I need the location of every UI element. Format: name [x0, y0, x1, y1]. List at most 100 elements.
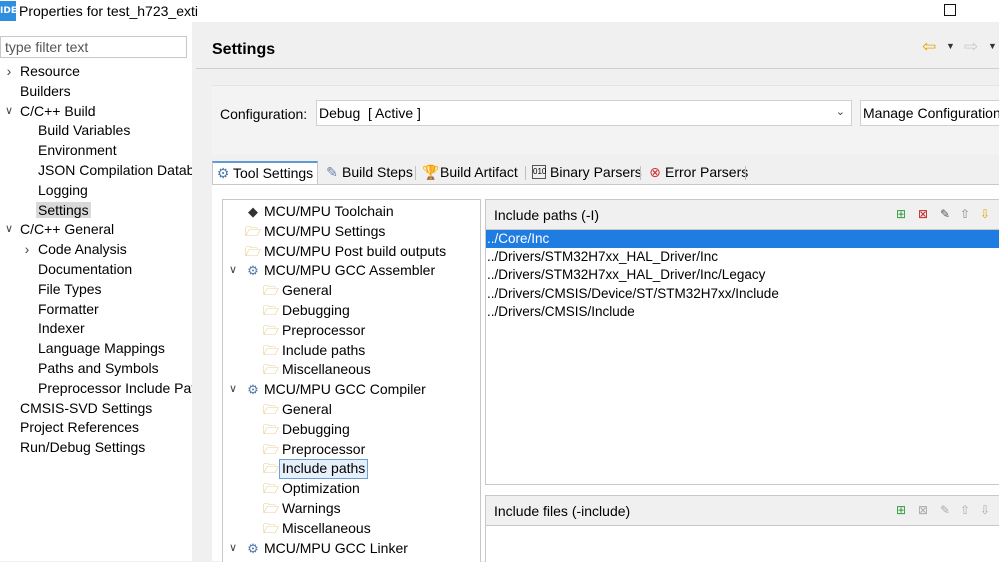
tool-tree-list: ◆ MCU/MPU Toolchain 🗁 MCU/MPU Settings 🗁 MCU/…	[223, 202, 480, 559]
filter-box[interactable]	[0, 36, 187, 58]
nav-item-indexer[interactable]: Indexer	[0, 319, 192, 339]
edit-icon[interactable]: ✎	[936, 205, 954, 223]
tool-tree-item-mcu-mpu-gcc-linker[interactable]: ∨ ⚙ MCU/MPU GCC Linker	[223, 539, 480, 559]
chevron-down-icon[interactable]: ∨	[228, 380, 238, 400]
include-files-header: Include files (-include) ⊞ ⊠ ✎ ⇧ ⇩	[486, 496, 999, 526]
tab-divider	[745, 166, 746, 180]
tool-tree-item-label: Include paths	[282, 341, 366, 358]
chevron-down-icon[interactable]: ∨	[228, 261, 238, 281]
include-path-item[interactable]: ../Drivers/CMSIS/Device/ST/STM32H7xx/Inc…	[486, 285, 999, 303]
nav-item-code-analysis[interactable]: › Code Analysis	[0, 240, 192, 260]
tool-tree-item-mcu-mpu-gcc-assembler[interactable]: ∨ ⚙ MCU/MPU GCC Assembler	[223, 261, 480, 281]
include-files-list: Include files (-include) ⊞ ⊠ ✎ ⇧ ⇩	[485, 495, 999, 562]
nav-item-environment[interactable]: Environment	[0, 141, 192, 161]
manage-configurations-button[interactable]: Manage Configuration	[860, 100, 999, 126]
nav-item-resource[interactable]: › Resource	[0, 62, 192, 82]
tool-tree-item-general[interactable]: 🗁 General	[223, 281, 480, 301]
tool-tree-item-debugging[interactable]: 🗁 Debugging	[223, 420, 480, 440]
chevron-down-icon: ⌄	[835, 106, 845, 118]
include-path-item[interactable]: ../Drivers/CMSIS/Include	[486, 303, 999, 321]
tool-tree-item-miscellaneous[interactable]: 🗁 Miscellaneous	[223, 519, 480, 539]
maximize-button[interactable]	[944, 4, 956, 16]
nav-item-json-compilation-datab[interactable]: JSON Compilation Datab	[0, 161, 192, 181]
move-down-icon[interactable]: ⇩	[976, 501, 994, 519]
configuration-select[interactable]: Debug [ Active ] ⌄	[316, 100, 852, 126]
nav-item-paths-and-symbols[interactable]: Paths and Symbols	[0, 359, 192, 379]
folder-icon: 🗁	[263, 401, 280, 417]
tool-tree-item-include-paths[interactable]: 🗁 Include paths	[223, 341, 480, 361]
settings-tabs: ⚙ Tool Settings ✎ Build Steps 🏆 Build Ar…	[212, 161, 999, 184]
tab-error-parsers[interactable]: ⊗ Error Parsers	[645, 161, 748, 184]
ide-logo-icon: IDE	[0, 1, 17, 21]
nav-item-label: Preprocessor Include Patl	[38, 379, 192, 396]
forward-arrow-icon[interactable]: ⇨	[964, 37, 978, 57]
include-path-item[interactable]: ../Drivers/STM32H7xx_HAL_Driver/Inc	[486, 248, 999, 266]
tool-tree-item-label: Debugging	[282, 301, 350, 318]
include-path-item[interactable]: ../Drivers/STM32H7xx_HAL_Driver/Inc/Lega…	[486, 266, 999, 284]
nav-item-language-mappings[interactable]: Language Mappings	[0, 339, 192, 359]
folder-icon: 🗁	[263, 500, 280, 516]
tool-tree-item-mcu-mpu-toolchain[interactable]: ◆ MCU/MPU Toolchain	[223, 202, 480, 222]
edit-icon[interactable]: ✎	[936, 501, 954, 519]
move-down-icon[interactable]: ⇩	[976, 205, 994, 223]
chevron-right-icon[interactable]: ›	[22, 240, 32, 260]
tab-tool-settings[interactable]: ⚙ Tool Settings	[212, 161, 318, 184]
add-icon[interactable]: ⊞	[892, 205, 910, 223]
nav-item-label: Indexer	[38, 320, 85, 337]
folder-icon: 🗁	[263, 461, 280, 477]
folder-icon: 🗁	[245, 223, 262, 239]
nav-item-c-c-general[interactable]: ∨ C/C++ General	[0, 220, 192, 240]
nav-item-settings[interactable]: Settings	[0, 201, 192, 221]
tool-tree-item-preprocessor[interactable]: 🗁 Preprocessor	[223, 440, 480, 460]
tool-tree-item-general[interactable]: 🗁 General	[223, 400, 480, 420]
tool-tree-item-mcu-mpu-settings[interactable]: 🗁 MCU/MPU Settings	[223, 222, 480, 242]
nav-item-formatter[interactable]: Formatter	[0, 300, 192, 320]
tab-label: Build Artifact	[440, 164, 518, 180]
tab-build-steps[interactable]: ✎ Build Steps	[322, 161, 413, 184]
tab-build-artifact[interactable]: 🏆 Build Artifact	[420, 161, 518, 184]
tool-tree-item-preprocessor[interactable]: 🗁 Preprocessor	[223, 321, 480, 341]
tool-tree-item-include-paths[interactable]: 🗁 Include paths	[223, 459, 480, 480]
tool-tree-item-mcu-mpu-gcc-compiler[interactable]: ∨ ⚙ MCU/MPU GCC Compiler	[223, 380, 480, 400]
nav-item-label: Code Analysis	[38, 241, 127, 258]
chevron-down-icon[interactable]: ▼	[946, 41, 955, 51]
nav-item-c-c-build[interactable]: ∨ C/C++ Build	[0, 102, 192, 122]
nav-item-documentation[interactable]: Documentation	[0, 260, 192, 280]
nav-item-label: C/C++ General	[20, 221, 115, 238]
window-title: Properties for test_h723_exti	[19, 3, 198, 19]
tool-tree-item-mcu-mpu-post-build-outputs[interactable]: 🗁 MCU/MPU Post build outputs	[223, 242, 480, 262]
include-path-item[interactable]: ../Core/Inc	[486, 230, 999, 249]
nav-item-preprocessor-include-patl[interactable]: Preprocessor Include Patl	[0, 379, 192, 399]
include-paths-items: ../Core/Inc ../Drivers/STM32H7xx_HAL_Driv…	[486, 230, 999, 321]
nav-item-label: Resource	[20, 63, 80, 79]
tool-tree-item-warnings[interactable]: 🗁 Warnings	[223, 499, 480, 519]
chevron-down-icon[interactable]: ∨	[4, 220, 14, 240]
nav-item-logging[interactable]: Logging	[0, 181, 192, 201]
tool-tree-item-debugging[interactable]: 🗁 Debugging	[223, 301, 480, 321]
delete-icon[interactable]: ⊠	[914, 205, 932, 223]
chevron-down-icon[interactable]: ∨	[228, 539, 238, 559]
nav-item-label: Formatter	[38, 300, 99, 317]
delete-icon[interactable]: ⊠	[914, 501, 932, 519]
tool-tree-item-optimization[interactable]: 🗁 Optimization	[223, 479, 480, 499]
chevron-down-icon[interactable]: ∨	[4, 102, 14, 122]
title-bar: IDE Properties for test_h723_exti	[0, 0, 999, 22]
nav-item-project-references[interactable]: Project References	[0, 418, 192, 438]
tab-binary-parsers[interactable]: 010 Binary Parsers	[530, 161, 642, 184]
back-arrow-icon[interactable]: ⇦	[922, 37, 936, 57]
tool-tree-item-label: MCU/MPU GCC Compiler	[264, 381, 426, 398]
move-up-icon[interactable]: ⇧	[956, 501, 974, 519]
filter-input[interactable]	[1, 37, 181, 57]
chevron-down-icon[interactable]: ▼	[988, 41, 997, 51]
folder-icon: 🗁	[263, 421, 280, 437]
move-up-icon[interactable]: ⇧	[956, 205, 974, 223]
add-icon[interactable]: ⊞	[892, 501, 910, 519]
nav-item-run-debug-settings[interactable]: Run/Debug Settings	[0, 438, 192, 458]
chevron-right-icon[interactable]: ›	[4, 62, 14, 82]
nav-item-build-variables[interactable]: Build Variables	[0, 121, 192, 141]
nav-item-file-types[interactable]: File Types	[0, 280, 192, 300]
nav-item-cmsis-svd-settings[interactable]: CMSIS-SVD Settings	[0, 399, 192, 419]
nav-item-builders[interactable]: Builders	[0, 82, 192, 102]
page-title: Settings	[212, 41, 276, 58]
tool-tree-item-miscellaneous[interactable]: 🗁 Miscellaneous	[223, 360, 480, 380]
